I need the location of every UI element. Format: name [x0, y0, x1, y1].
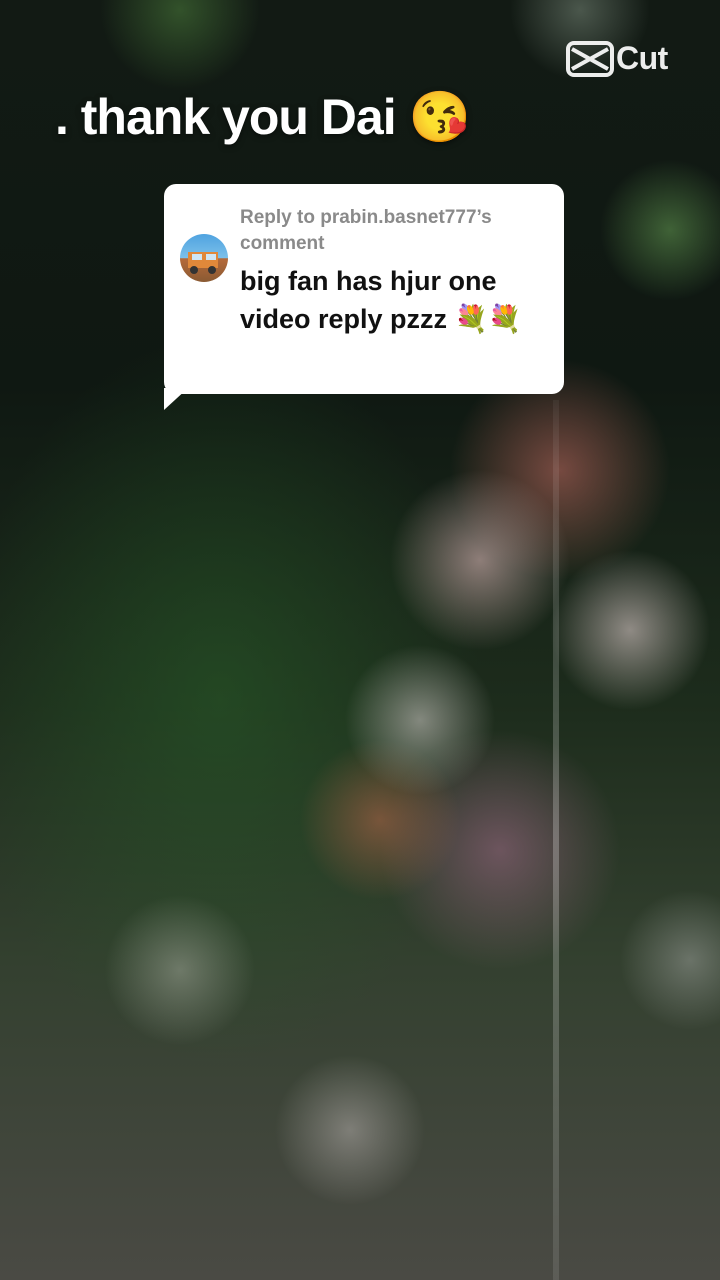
capcut-wordmark: Cut [616, 40, 668, 76]
comment-text: big fan has hjur one video reply pzzz 💐💐 [240, 266, 522, 334]
video-caption: . thank you Dai 😘 [55, 89, 471, 145]
capcut-watermark: Cut [566, 40, 668, 77]
bubble-tail [164, 388, 188, 410]
light-streak [553, 400, 559, 1280]
capcut-logo-icon [566, 40, 614, 77]
reply-to-label: Reply to prabin.basnet777’s comment [240, 207, 492, 254]
truck-avatar-icon[interactable] [180, 234, 228, 282]
